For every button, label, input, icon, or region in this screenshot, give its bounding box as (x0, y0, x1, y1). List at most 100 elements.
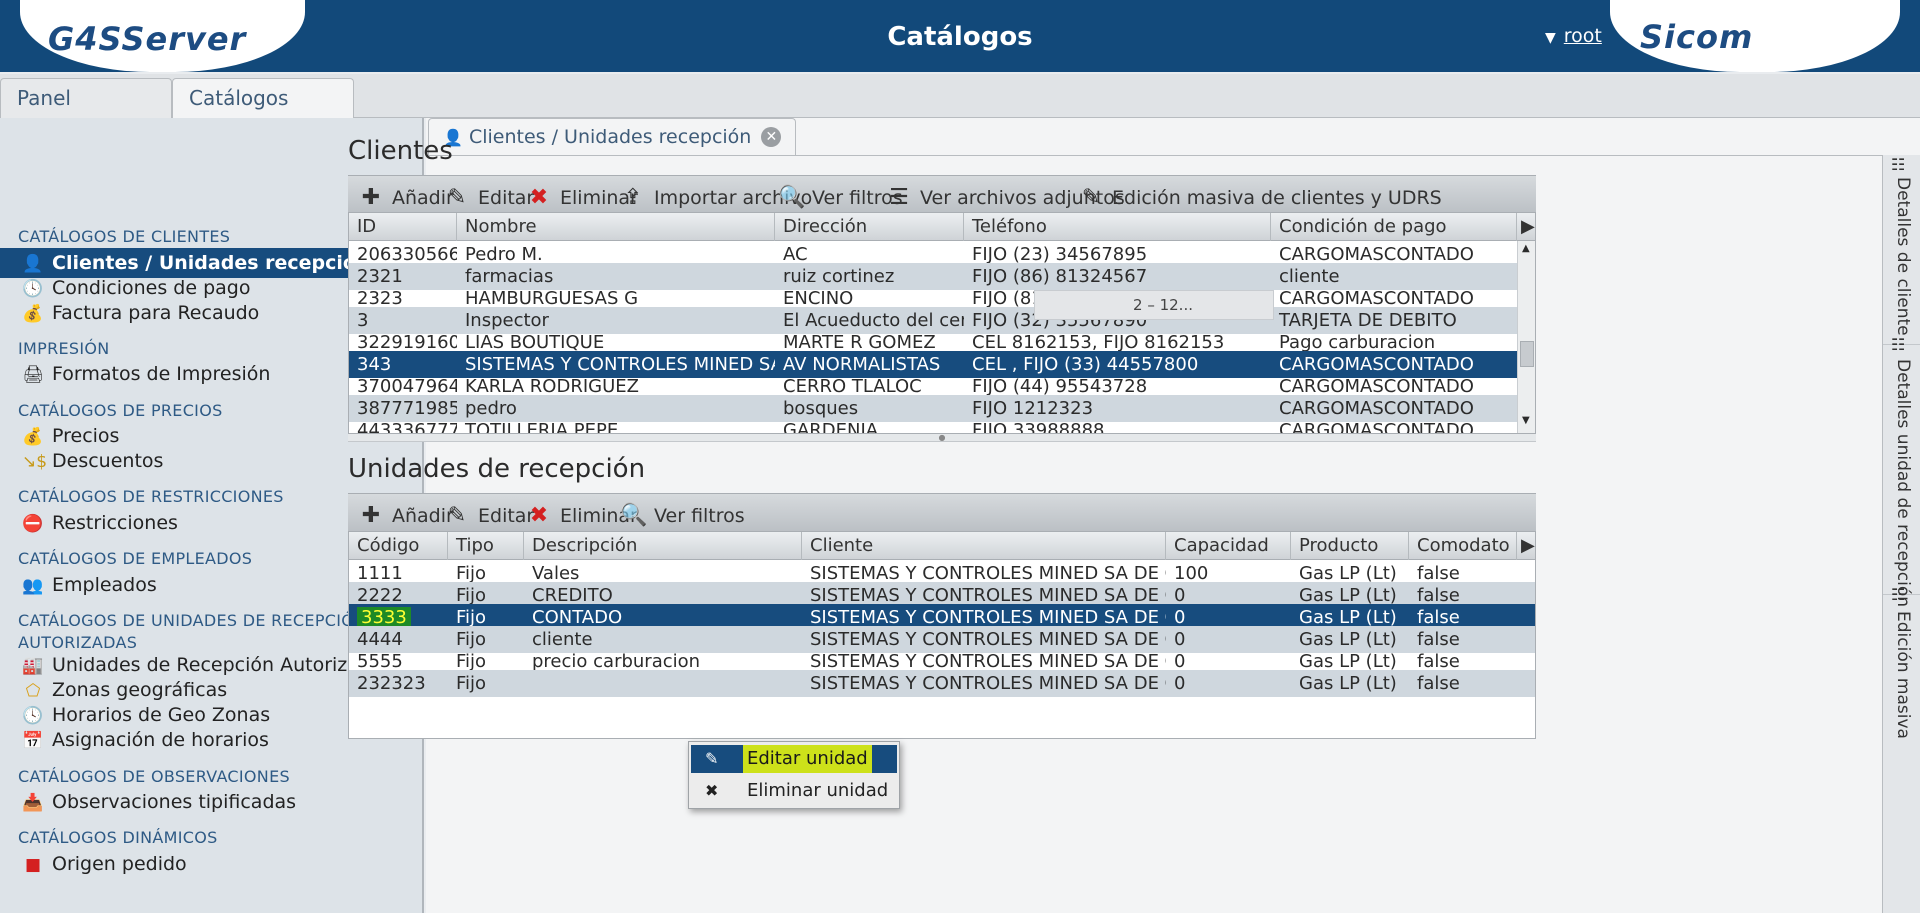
zone-icon: ⬠ (25, 681, 41, 701)
cell-text: 0 (1174, 585, 1186, 606)
cell-text: Gas LP (Lt) (1299, 629, 1397, 650)
cell-text: 2323 (357, 288, 403, 309)
sidebar-item-label: Restricciones (52, 512, 178, 534)
cell-text: SISTEMAS Y CONTROLES MINED SA DE CV (810, 651, 1166, 672)
sidebar-section-title: CATÁLOGOS DE UNIDADES DE RECEPCIÓN AUTOR… (18, 610, 366, 654)
cell-text: 322919160 (357, 332, 457, 353)
sidebar-item-label: Horarios de Geo Zonas (52, 704, 271, 726)
table-row[interactable]: 232323 Fijo SISTEMAS Y CONTROLES MINED SA … (349, 670, 1535, 697)
cell-text: AC (783, 244, 808, 265)
column-header[interactable]: Comodato (1409, 532, 1517, 560)
cell-text: false (1417, 563, 1460, 584)
tab-catalogos[interactable]: Catálogos (Ctl+2)✕ (172, 78, 354, 148)
unidades-title: Unidades de recepción (348, 454, 646, 484)
scroll-thumb[interactable] (1520, 341, 1534, 367)
cell-text: TOTILLERIA PEPE (465, 420, 619, 434)
cell-text: 3333 (357, 607, 411, 628)
cell-text: CEL , FIJO (33) 44557800 (972, 354, 1199, 375)
rail-tab-label: Detalles unidad de recepción (1893, 359, 1913, 608)
sidebar-section-title: IMPRESIÓN (18, 339, 110, 358)
pencil-icon: ✎ (705, 749, 719, 768)
table-row[interactable]: 443336777 TOTILLERIA PEPE GARDENIA FIJO 339… (349, 417, 1517, 434)
table-cell: Fijo (448, 670, 524, 697)
calendar-icon: 📅 (22, 731, 44, 751)
table-cell: SISTEMAS Y CONTROLES MINED SA DE CV (802, 670, 1166, 697)
cell-text: Fijo (456, 651, 487, 672)
cell-text: false (1417, 629, 1460, 650)
sidebar-item-label: Empleados (52, 574, 157, 596)
clientes-title: Clientes (348, 136, 453, 166)
cell-text: CARGOMASCONTADO (1279, 244, 1474, 265)
cell-text: SISTEMAS Y CONTROLES MINED SA DE CV (810, 607, 1166, 628)
cell-text: CARGOMASCONTADO (1279, 354, 1474, 375)
sidebar-item-label: Factura para Recaudo (52, 302, 260, 324)
cell-text: Vales (532, 563, 580, 584)
cell-text: AV NORMALISTAS (783, 354, 941, 375)
close-icon[interactable]: ✕ (761, 127, 782, 147)
column-header[interactable]: Tipo (448, 532, 524, 560)
sidebar-item-observaciones[interactable]: 📥 Observaciones tipificadas (0, 787, 422, 817)
split-handle[interactable]: ● (348, 434, 1536, 442)
table-cell: CARGOMASCONTADO (1271, 417, 1517, 433)
cell-text: bosques (783, 398, 859, 419)
cell-text: Fijo (456, 673, 487, 694)
cell-text: SISTEMAS Y CONTROLES MINED SA DE CV (465, 354, 775, 375)
delete-unit-menu-item[interactable]: ✖ Eliminar unidad (691, 777, 897, 805)
scroll-down-icon[interactable]: ▼ (1522, 415, 1530, 426)
cell-text: Fijo (456, 629, 487, 650)
column-header[interactable]: Capacidad (1166, 532, 1291, 560)
scroll-up-icon[interactable]: ▲ (1522, 243, 1530, 254)
cell-text: El Acueducto del centro (783, 310, 964, 331)
cell-text: SISTEMAS Y CONTROLES MINED SA DE CV (810, 563, 1166, 584)
sicom-logo: Sicom (1610, 0, 1900, 72)
cell-text: 387771985 (357, 398, 457, 419)
rail-tab-detalles-unidad[interactable]: ☷ Detalles unidad de recepción (1883, 335, 1920, 607)
columns-menu-icon[interactable]: ▶ (1517, 532, 1535, 560)
cell-text: Inspector (465, 310, 549, 331)
cell-text: HAMBURGUESAS G (465, 288, 639, 309)
rail-tab-edicion-masiva[interactable]: ☷ Edición masiva (1883, 585, 1920, 755)
cell-text: FIJO (23) 34567895 (972, 244, 1148, 265)
clock-icon: 🕓 (22, 706, 44, 726)
scrollbar[interactable]: ▲ ▼ (1517, 241, 1535, 433)
column-header[interactable]: Condición de pago (1271, 213, 1517, 241)
cell-text: SISTEMAS Y CONTROLES MINED SA DE CV (810, 585, 1166, 606)
cell-text: false (1417, 585, 1460, 606)
clientes-grid: ID Nombre Dirección Teléfono Condición d… (348, 212, 1536, 434)
cell-text: Gas LP (Lt) (1299, 607, 1397, 628)
cell-text: 443336777 (357, 420, 457, 434)
table-cell: 232323 (349, 670, 448, 697)
column-header[interactable]: Nombre (457, 213, 775, 241)
cell-text: ENCINO (783, 288, 854, 309)
rail-tab-detalles-cliente[interactable]: ☷ Detalles de cliente (1883, 155, 1920, 345)
cell-text: Gas LP (Lt) (1299, 563, 1397, 584)
columns-menu-icon[interactable]: ▶ (1517, 213, 1535, 241)
tab-panel-aplicaciones[interactable]: Panel Aplicaciones (0, 78, 172, 148)
chevron-down-icon: ▼ (1545, 30, 1556, 46)
column-header[interactable]: Código (349, 532, 448, 560)
section-title-line: CATÁLOGOS DE UNIDADES DE RECEPCIÓN (18, 611, 367, 630)
cell-text: 5555 (357, 651, 403, 672)
sidebar-item-origen-pedido[interactable]: ■ Origen pedido (0, 849, 422, 879)
user-link[interactable]: root (1564, 25, 1602, 47)
column-header[interactable]: Descripción (524, 532, 802, 560)
sidebar-item-label: Condiciones de pago (52, 277, 251, 299)
cell-text: FIJO 33988888 (972, 420, 1105, 434)
cell-text: 2222 (357, 585, 403, 606)
tab-clientes-unidades[interactable]: 👤 Clientes / Unidades recepción ✕ (428, 118, 797, 156)
menu-item-label: Editar unidad (743, 745, 872, 773)
cell-text: 1111 (357, 563, 403, 584)
edit-unit-menu-item[interactable]: ✎ Editar unidad (691, 745, 897, 773)
column-header[interactable]: Teléfono (964, 213, 1271, 241)
order-origin-icon: ■ (24, 855, 42, 875)
cell-text: cliente (1279, 266, 1340, 287)
column-header[interactable]: Cliente (802, 532, 1166, 560)
user-menu[interactable]: ▼ root (1545, 25, 1602, 47)
cell-text: FIJO 1212323 (972, 398, 1094, 419)
column-header[interactable]: Dirección (775, 213, 964, 241)
table-cell: GARDENIA (775, 417, 964, 433)
column-header[interactable]: ID (349, 213, 457, 241)
column-header[interactable]: Producto (1291, 532, 1409, 560)
cell-text: CONTADO (532, 607, 623, 628)
sidebar-section-title: CATÁLOGOS DE OBSERVACIONES (18, 767, 290, 786)
